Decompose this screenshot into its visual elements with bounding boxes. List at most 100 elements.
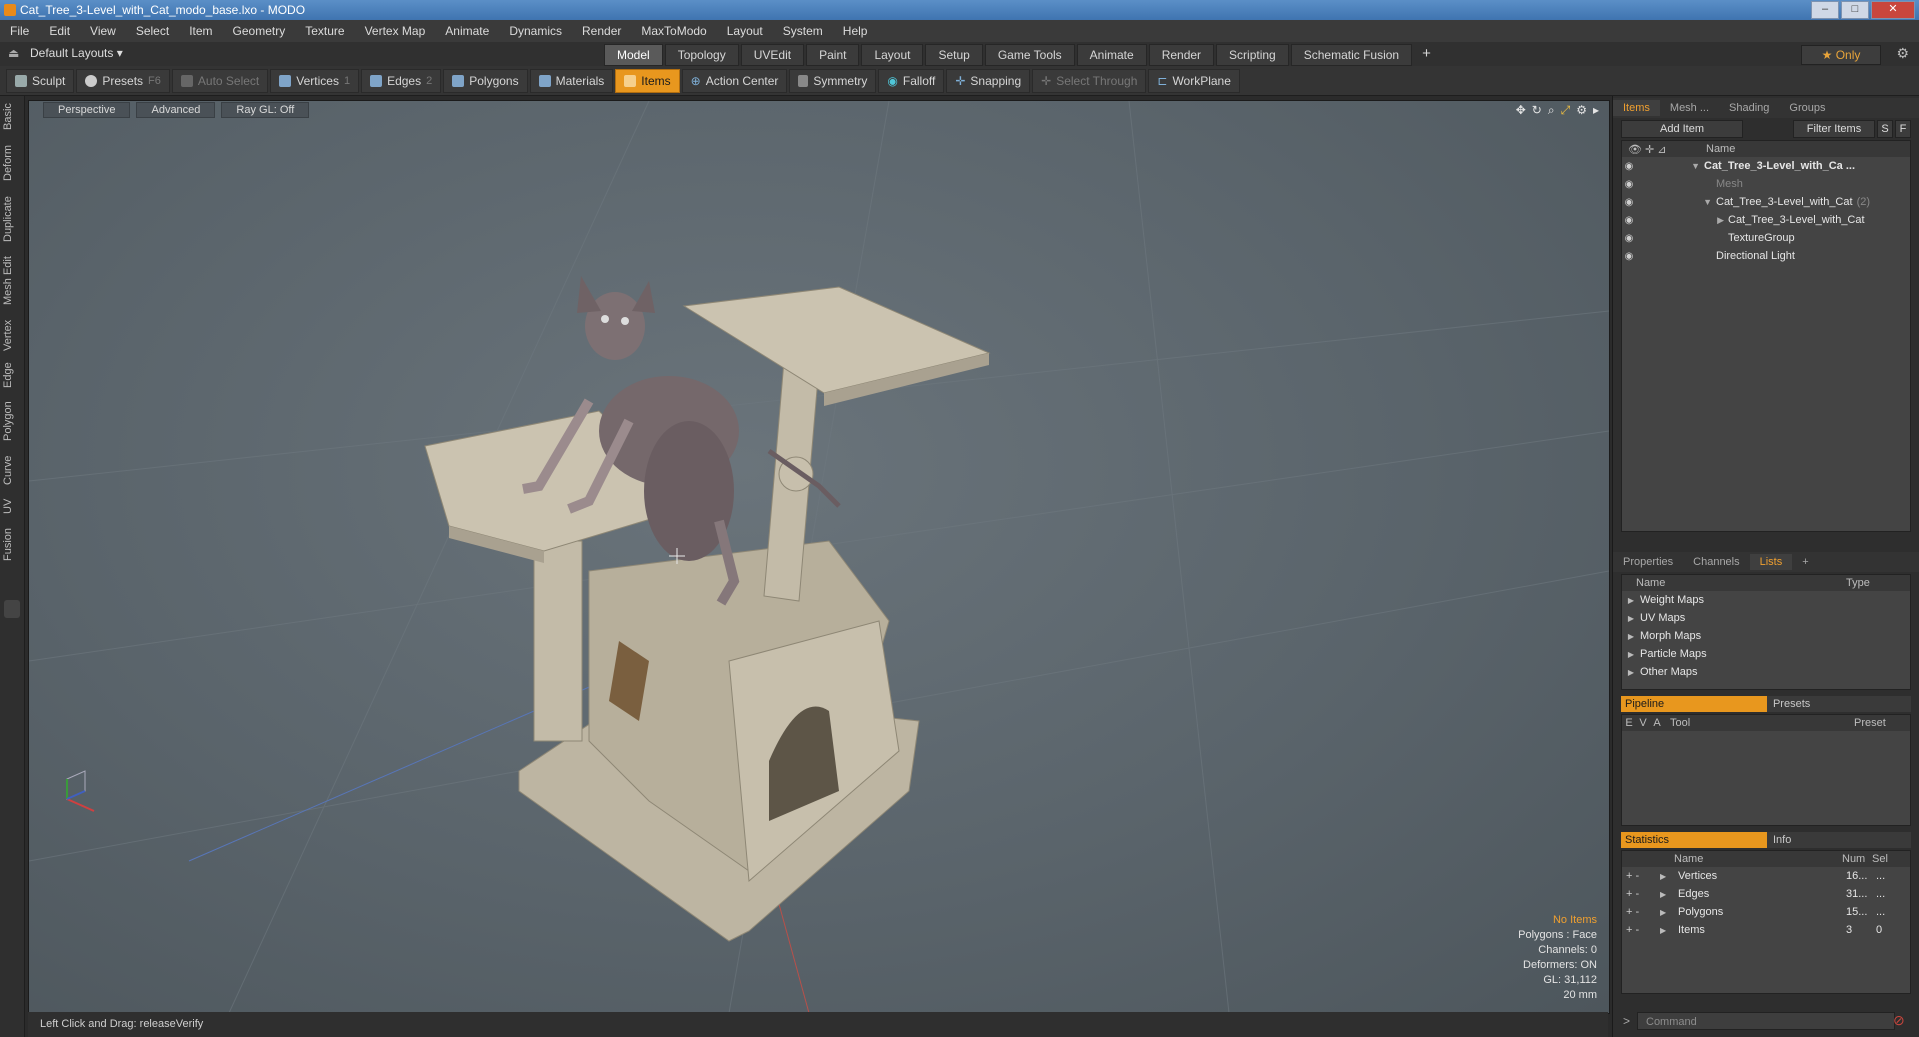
item-tree-row[interactable]: ◉ Directional Light [1622,247,1910,265]
pin-icon[interactable]: ⏏ [8,46,19,60]
vtab-vertex[interactable]: Vertex [2,316,22,354]
stats-row[interactable]: + - ▶ Edges 31...... [1622,885,1910,903]
filter-s-button[interactable]: S [1877,120,1893,138]
menu-view[interactable]: View [80,24,126,38]
add-tab-button[interactable]: + [1414,44,1439,66]
command-input[interactable]: Command [1637,1012,1895,1030]
snapping-button[interactable]: ✛ Snapping [946,68,1031,93]
tab-uvedit[interactable]: UVEdit [740,44,805,66]
tab-groups[interactable]: Groups [1779,100,1835,116]
expand-arrow-icon[interactable]: ▶ [1622,596,1640,605]
command-stop-icon[interactable]: ⊘ [1893,1012,1905,1029]
presets-button[interactable]: Presets F6 [76,68,170,93]
list-item[interactable]: ▶ UV Maps [1622,609,1910,627]
auto-select-button[interactable]: Auto Select [171,68,269,93]
tab-info[interactable]: Info [1766,832,1911,848]
vtab-uv[interactable]: UV [2,496,22,516]
visibility-eye-icon[interactable]: ◉ [1622,197,1636,208]
tab-render[interactable]: Render [1148,44,1215,66]
vtab-duplicate[interactable]: Duplicate [2,192,22,246]
tab-topology[interactable]: Topology [664,44,739,66]
item-tree-row[interactable]: ◉ TextureGroup [1622,229,1910,247]
tab-scripting[interactable]: Scripting [1216,44,1289,66]
expand-arrow-icon[interactable]: ▶ [1622,668,1640,677]
minimize-button[interactable]: – [1811,1,1839,19]
filter-items-field[interactable]: Filter Items [1793,120,1875,138]
tab-setup[interactable]: Setup [925,44,983,66]
expand-arrow-icon[interactable]: ▼ [1636,161,1704,171]
menu-vertex-map[interactable]: Vertex Map [355,24,436,38]
menu-layout[interactable]: Layout [717,24,773,38]
expand-arrow-icon[interactable]: ▼ [1636,197,1716,207]
visibility-eye-icon[interactable]: ◉ [1622,161,1636,172]
add-panel-tab[interactable]: + [1792,554,1818,570]
visibility-eye-icon[interactable]: ◉ [1622,215,1636,226]
panel-toggle-button[interactable] [4,600,20,618]
list-item[interactable]: ▶ Particle Maps [1622,645,1910,663]
tab-shading[interactable]: Shading [1719,100,1779,116]
visibility-eye-icon[interactable]: ◉ [1622,179,1636,190]
expand-arrow-icon[interactable]: ▶ [1660,926,1678,935]
items-button[interactable]: Items [615,68,680,93]
expand-arrow-icon[interactable]: ▶ [1622,614,1640,623]
tab-properties[interactable]: Properties [1613,554,1683,570]
plus-minus-buttons[interactable]: + - [1622,870,1660,882]
list-item[interactable]: ▶ Morph Maps [1622,627,1910,645]
stats-row[interactable]: + - ▶ Polygons 15...... [1622,903,1910,921]
vtab-polygon[interactable]: Polygon [2,398,22,444]
add-item-dropdown[interactable]: Add Item [1621,120,1743,138]
falloff-button[interactable]: ◉ Falloff [878,68,945,93]
tab-statistics[interactable]: Statistics [1621,832,1767,848]
vtab-deform[interactable]: Deform [2,142,22,184]
stats-row[interactable]: + - ▶ Items 3 0 [1622,921,1910,939]
vtab-mesh-edit[interactable]: Mesh Edit [2,254,22,308]
menu-select[interactable]: Select [126,24,179,38]
expand-arrow-icon[interactable]: ▶ [1622,632,1640,641]
menu-animate[interactable]: Animate [435,24,499,38]
plus-minus-buttons[interactable]: + - [1622,906,1660,918]
menu-geometry[interactable]: Geometry [223,24,296,38]
polygons-button[interactable]: Polygons [443,68,528,93]
3d-viewport[interactable]: Perspective Advanced Ray GL: Off ✥ ↻ ⌕ ⤢… [28,100,1610,1014]
action-center-button[interactable]: ⊕ Action Center [681,68,788,93]
vtab-curve[interactable]: Curve [2,452,22,488]
tab-model[interactable]: Model [604,44,663,66]
tab-channels[interactable]: Channels [1683,554,1749,570]
item-tree-row[interactable]: ◉ ▼ Cat_Tree_3-Level_with_Cat (2) [1622,193,1910,211]
visibility-eye-icon[interactable]: ◉ [1622,251,1636,262]
menu-system[interactable]: System [773,24,833,38]
vtab-basic[interactable]: Basic [2,102,22,132]
tab-layout[interactable]: Layout [861,44,924,66]
workplane-button[interactable]: ⊏ WorkPlane [1148,68,1240,93]
expand-arrow-icon[interactable]: ▶ [1660,890,1678,899]
vertices-button[interactable]: Vertices 1 [270,68,360,93]
vtab-edge[interactable]: Edge [2,360,22,390]
maximize-button[interactable]: □ [1841,1,1869,19]
menu-edit[interactable]: Edit [39,24,80,38]
menu-render[interactable]: Render [572,24,631,38]
edges-button[interactable]: Edges 2 [361,68,442,93]
only-toggle[interactable]: ★ Only [1801,45,1881,65]
tab-items[interactable]: Items [1613,100,1660,116]
menu-item[interactable]: Item [179,24,222,38]
menu-dynamics[interactable]: Dynamics [499,24,572,38]
tab-animate[interactable]: Animate [1076,44,1147,66]
expand-arrow-icon[interactable]: ▶ [1660,908,1678,917]
expand-arrow-icon[interactable]: ▶ [1660,872,1678,881]
list-item[interactable]: ▶ Other Maps [1622,663,1910,681]
visibility-eye-icon[interactable]: ◉ [1622,233,1636,244]
tab-presets[interactable]: Presets [1766,696,1911,712]
close-button[interactable]: ✕ [1871,1,1915,19]
gear-icon[interactable]: ⚙ [1896,45,1909,62]
item-tree-row[interactable]: ◉ ▼ Cat_Tree_3-Level_with_Ca ... [1622,157,1910,175]
plus-minus-buttons[interactable]: + - [1622,924,1660,936]
tab-lists[interactable]: Lists [1749,554,1793,570]
menu-file[interactable]: File [0,24,39,38]
materials-button[interactable]: Materials [529,68,614,93]
tab-pipeline[interactable]: Pipeline [1621,696,1767,712]
item-tree-row[interactable]: ◉ Mesh [1622,175,1910,193]
symmetry-button[interactable]: Symmetry [789,68,877,93]
tab-mesh[interactable]: Mesh ... [1660,100,1719,116]
stats-row[interactable]: + - ▶ Vertices 16...... [1622,867,1910,885]
item-tree-row[interactable]: ◉ ▶ Cat_Tree_3-Level_with_Cat [1622,211,1910,229]
